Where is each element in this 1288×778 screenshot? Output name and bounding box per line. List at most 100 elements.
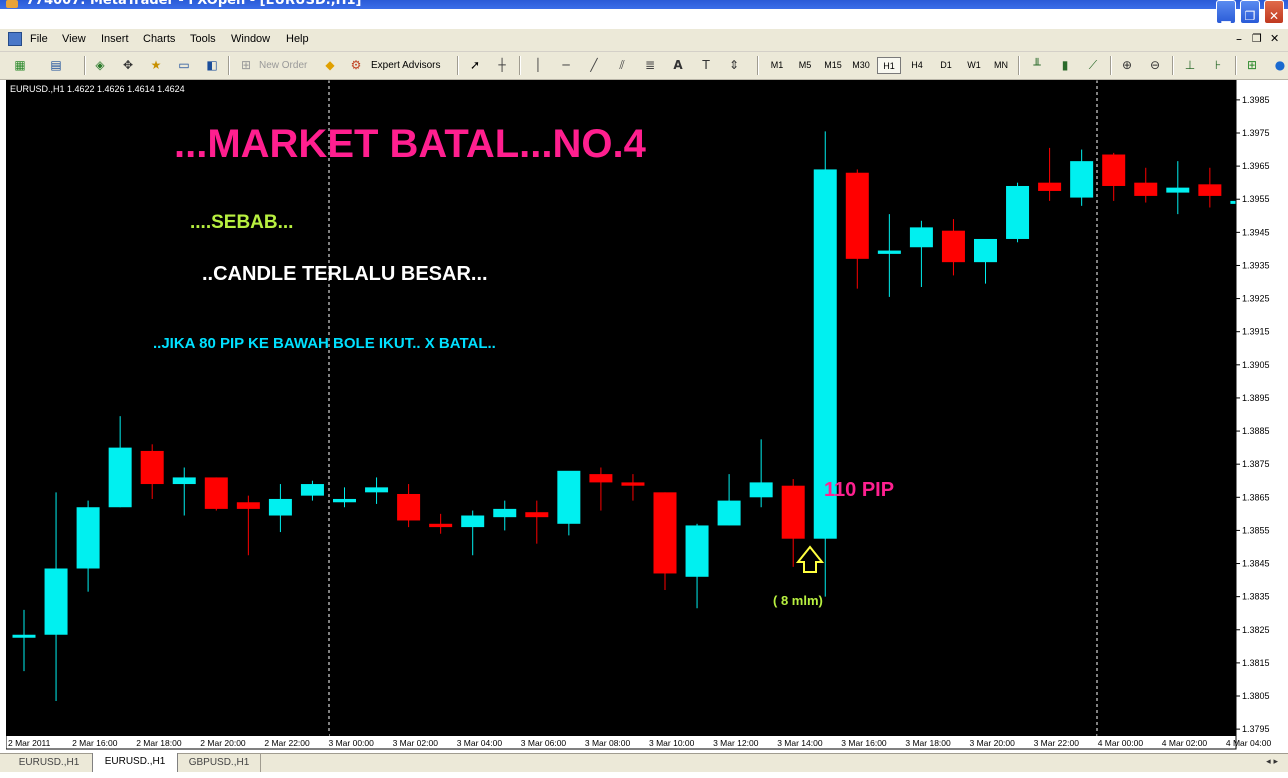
zoom-in-icon[interactable]: ⊕ bbox=[1119, 57, 1135, 73]
tab-eurusd-h1-1[interactable]: EURUSD.,H1 bbox=[6, 754, 93, 772]
candlestick[interactable] bbox=[204, 477, 228, 511]
text-label-icon[interactable]: T bbox=[698, 57, 714, 73]
candle-body bbox=[429, 523, 453, 528]
timeframe-m30[interactable]: M30 bbox=[849, 57, 873, 74]
timeframe-m15[interactable]: M15 bbox=[821, 57, 845, 74]
market-watch-icon[interactable]: ◈ bbox=[92, 57, 108, 73]
menu-help[interactable]: Help bbox=[286, 33, 309, 45]
tab-eurusd-h1-2[interactable]: EURUSD.,H1 bbox=[92, 753, 178, 773]
equidistant-channel-icon[interactable]: ⫽ bbox=[614, 57, 630, 73]
menu-file[interactable]: File bbox=[30, 33, 48, 45]
toolbar-separator bbox=[228, 56, 230, 75]
candle-body bbox=[397, 493, 421, 521]
candlestick[interactable] bbox=[1006, 182, 1030, 243]
auto-scroll-icon[interactable]: ⊥ bbox=[1182, 57, 1198, 73]
text-icon[interactable]: A bbox=[670, 57, 686, 73]
candlestick-chart-icon[interactable]: ▮ bbox=[1057, 57, 1073, 73]
price-tick-label: 1.3985 bbox=[1242, 95, 1270, 105]
zoom-out-icon[interactable]: ⊖ bbox=[1147, 57, 1163, 73]
time-tick-label: 2 Mar 20:00 bbox=[200, 738, 246, 748]
metaeditor-icon[interactable]: ◆ bbox=[322, 57, 338, 73]
tab-gbpusd-h1[interactable]: GBPUSD.,H1 bbox=[178, 754, 261, 772]
candle-note-annotation[interactable]: ..CANDLE TERLALU BESAR... bbox=[202, 263, 488, 285]
candle-body bbox=[76, 507, 100, 569]
close-button[interactable]: ✕ bbox=[1264, 0, 1284, 24]
restore-button[interactable]: ❐ bbox=[1240, 0, 1260, 24]
tab-scroll-icon[interactable]: ◂ ▸ bbox=[1266, 757, 1278, 767]
candle-body bbox=[1134, 182, 1158, 196]
reason-annotation[interactable]: ....SEBAB... bbox=[190, 212, 293, 233]
candle-body bbox=[140, 450, 164, 485]
candle-body bbox=[365, 487, 389, 493]
candle-body bbox=[845, 172, 869, 259]
minimize-button[interactable]: ▁ bbox=[1216, 0, 1236, 24]
bar-chart-icon[interactable]: ╨ bbox=[1029, 57, 1045, 73]
menu-charts[interactable]: Charts bbox=[143, 33, 175, 45]
arrows-icon[interactable]: ⇕ bbox=[726, 57, 742, 73]
fibonacci-icon[interactable]: ≣ bbox=[642, 57, 658, 73]
time-label-annotation[interactable]: ( 8 mlm) bbox=[773, 593, 823, 608]
candlestick[interactable] bbox=[813, 131, 837, 597]
menu-tools[interactable]: Tools bbox=[190, 33, 216, 45]
menu-insert[interactable]: Insert bbox=[101, 33, 129, 45]
price-tick-label: 1.3955 bbox=[1242, 194, 1270, 204]
candle-body bbox=[493, 508, 517, 518]
candle-body bbox=[685, 525, 709, 577]
time-tick-label: 3 Mar 06:00 bbox=[521, 738, 567, 748]
time-tick-label: 3 Mar 14:00 bbox=[777, 738, 823, 748]
toolbar: ▦ ▤ ◈ ✥ ★ ▭ ◧ ⊞ New Order ◆ ⚙ Expert Adv… bbox=[0, 52, 1288, 80]
menu-window[interactable]: Window bbox=[231, 33, 270, 45]
rule-annotation[interactable]: ..JIKA 80 PIP KE BAWAH BOLE IKUT.. X BAT… bbox=[153, 335, 496, 352]
toolbar-separator bbox=[1110, 56, 1112, 75]
price-chart[interactable]: 1.3985 1.3975 1.3965 1.3955 1.3945 1.3935 1.39… bbox=[6, 80, 1282, 752]
data-window-icon[interactable]: ✥ bbox=[120, 57, 136, 73]
new-order-icon[interactable]: ⊞ bbox=[238, 57, 254, 73]
price-tick-label: 1.3805 bbox=[1242, 691, 1270, 701]
timeframe-h1[interactable]: H1 bbox=[877, 57, 901, 74]
candle-body bbox=[941, 230, 965, 263]
window-title: 774007: MetaTrader - FXOpen - [EURUSD.,H… bbox=[26, 0, 362, 8]
cursor-icon[interactable]: ➚ bbox=[467, 57, 483, 73]
candle-body bbox=[12, 634, 36, 638]
line-chart-icon[interactable]: ⟋ bbox=[1085, 57, 1101, 73]
vertical-line-icon[interactable]: │ bbox=[530, 57, 546, 73]
price-tick-label: 1.3915 bbox=[1242, 327, 1270, 337]
tester-icon[interactable]: ◧ bbox=[204, 57, 220, 73]
child-close-icon[interactable]: ✕ bbox=[1270, 32, 1279, 45]
price-axis[interactable] bbox=[1236, 80, 1282, 749]
terminal-icon[interactable]: ▭ bbox=[176, 57, 192, 73]
menu-view[interactable]: View bbox=[62, 33, 86, 45]
price-tick-label: 1.3815 bbox=[1242, 658, 1270, 668]
price-tick-label: 1.3875 bbox=[1242, 459, 1270, 469]
candle-body bbox=[1102, 154, 1126, 186]
horizontal-line-icon[interactable]: ─ bbox=[558, 57, 574, 73]
chart-shift-icon[interactable]: ⊦ bbox=[1210, 57, 1226, 73]
child-restore-icon[interactable]: ❐ bbox=[1252, 32, 1262, 45]
new-order-button[interactable]: New Order bbox=[259, 57, 307, 74]
time-tick-label: 2 Mar 22:00 bbox=[264, 738, 310, 748]
document-icon[interactable] bbox=[8, 32, 22, 46]
navigator-icon[interactable]: ★ bbox=[148, 57, 164, 73]
timeframe-m1[interactable]: M1 bbox=[766, 57, 788, 74]
price-tick-label: 1.3945 bbox=[1242, 227, 1270, 237]
pip-label-annotation[interactable]: 110 PIP bbox=[824, 479, 894, 501]
new-chart-icon[interactable]: ▦ bbox=[12, 57, 28, 73]
timeframe-h4[interactable]: H4 bbox=[905, 57, 929, 74]
timeframe-mn[interactable]: MN bbox=[989, 57, 1013, 74]
timeframe-m5[interactable]: M5 bbox=[794, 57, 816, 74]
child-minimize-icon[interactable]: – bbox=[1236, 32, 1242, 46]
time-tick-label: 3 Mar 22:00 bbox=[1034, 738, 1080, 748]
chart-info-label: EURUSD.,H1 1.4622 1.4626 1.4614 1.4624 bbox=[10, 84, 185, 94]
expert-advisors-button[interactable]: Expert Advisors bbox=[371, 57, 440, 74]
profiles-icon[interactable]: ▤ bbox=[48, 57, 64, 73]
expert-advisors-icon[interactable]: ⚙ bbox=[348, 57, 364, 73]
trendline-icon[interactable]: ╱ bbox=[586, 57, 602, 73]
periods-icon[interactable]: ● bbox=[1272, 57, 1288, 73]
timeframe-w1[interactable]: W1 bbox=[962, 57, 986, 74]
timeframe-d1[interactable]: D1 bbox=[934, 57, 958, 74]
price-tick-label: 1.3835 bbox=[1242, 592, 1270, 602]
plot-area[interactable] bbox=[6, 80, 1236, 749]
headline-annotation[interactable]: ...MARKET BATAL...NO.4 bbox=[174, 122, 647, 166]
crosshair-icon[interactable]: ┼ bbox=[494, 57, 510, 73]
indicators-icon[interactable]: ⊞ bbox=[1244, 57, 1260, 73]
